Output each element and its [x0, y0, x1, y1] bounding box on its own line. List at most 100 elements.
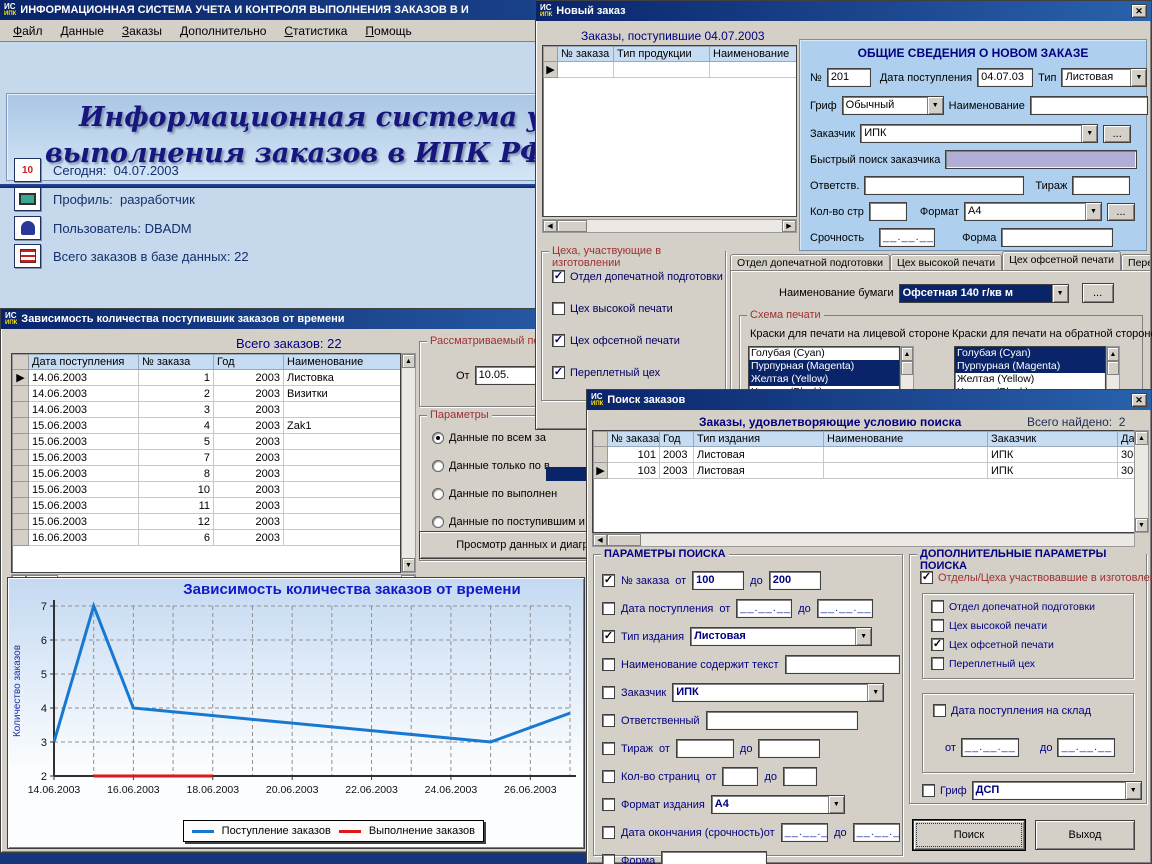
checkbox-filter-binding[interactable] [931, 657, 944, 670]
order-customer-combo[interactable]: ИПК▼ [860, 124, 1098, 143]
order-type-combo[interactable]: Листовая▼ [1061, 68, 1147, 87]
tab-offset[interactable]: Цех офсетной печати [1002, 251, 1121, 271]
checkbox-offset[interactable] [552, 334, 565, 347]
checkbox-receipt-date[interactable] [602, 602, 615, 615]
form-search-field[interactable] [661, 851, 767, 864]
stock-to-field[interactable]: __.__.__ [1057, 738, 1115, 757]
checkbox-prepress[interactable] [552, 270, 565, 283]
checkbox-filter-letterpress[interactable] [931, 619, 944, 632]
table-row[interactable]: ▶ [544, 62, 798, 78]
grif-combo[interactable]: ДСП▼ [972, 781, 1142, 800]
list-item[interactable]: Пурпурная (Magenta) [955, 360, 1105, 373]
list-item[interactable]: Желтая (Yellow) [749, 373, 899, 386]
table-row[interactable]: 1012003ЛистоваяИПК30.0 [594, 447, 1136, 463]
order-name-field[interactable] [1030, 96, 1148, 115]
checkbox-edition-type[interactable] [602, 630, 615, 643]
back-inks-scroll[interactable]: ▲ [1106, 346, 1120, 394]
table-row[interactable]: ▶14.06.200312003Листовка [13, 370, 402, 386]
pages-from-field[interactable] [722, 767, 758, 786]
checkbox-filter-offset[interactable] [931, 638, 944, 651]
responsible-field[interactable] [864, 176, 1024, 195]
checkbox-grif[interactable] [922, 784, 935, 797]
date-to-field[interactable]: __.__.__ [817, 599, 873, 618]
table-row[interactable]: 15.06.200372003 [13, 450, 402, 466]
front-inks-scroll[interactable]: ▲ [900, 346, 914, 394]
radio-all-orders[interactable] [432, 432, 444, 444]
quick-customer-search-field[interactable] [945, 150, 1137, 169]
search-table-vscroll[interactable]: ▲ ▼ [1134, 430, 1149, 533]
menu-file[interactable]: Файл [4, 22, 52, 40]
list-item[interactable]: Пурпурная (Magenta) [749, 360, 899, 373]
checkbox-binding[interactable] [552, 366, 565, 379]
list-item[interactable]: Голубая (Cyan) [749, 347, 899, 360]
orders-table-vscroll[interactable]: ▲ ▼ [401, 353, 416, 573]
paper-combo[interactable]: Офсетная 140 г/кв м▼ [899, 284, 1069, 303]
table-row[interactable]: 15.06.200382003 [13, 466, 402, 482]
tab-binding[interactable]: Переплетный цех [1121, 254, 1150, 271]
menu-extra[interactable]: Дополнительно [171, 22, 275, 40]
urgency-field[interactable]: __.__.__ [879, 228, 935, 247]
radio-only-completed[interactable] [432, 460, 444, 472]
checkbox-order-number[interactable] [602, 574, 615, 587]
pages-field[interactable] [869, 202, 907, 221]
date-from-field[interactable]: __.__.__ [736, 599, 792, 618]
format-browse-button[interactable]: ... [1107, 203, 1135, 221]
order-grif-combo[interactable]: Обычный▼ [842, 96, 944, 115]
close-icon[interactable]: ✕ [1131, 4, 1147, 18]
search-titlebar[interactable]: ИСИПК Поиск заказов ✕ [587, 390, 1151, 410]
search-button[interactable]: Поиск [913, 820, 1025, 850]
table-row[interactable]: 15.06.200342003Zak1 [13, 418, 402, 434]
incoming-table-hscroll[interactable]: ◀ ▶ [542, 219, 797, 233]
table-row[interactable]: 14.06.200332003 [13, 402, 402, 418]
new-order-titlebar[interactable]: ИСИПК Новый заказ ✕ [536, 1, 1151, 21]
tirazh-field[interactable] [1072, 176, 1130, 195]
close-icon[interactable]: ✕ [1131, 393, 1147, 407]
checkbox-name-contains[interactable] [602, 658, 615, 671]
menu-data[interactable]: Данные [52, 22, 113, 40]
menu-orders[interactable]: Заказы [113, 22, 171, 40]
table-row[interactable]: 15.06.2003102003 [13, 482, 402, 498]
table-row[interactable]: 16.06.200362003 [13, 530, 402, 546]
tab-letterpress[interactable]: Цех высокой печати [890, 254, 1002, 271]
exit-button[interactable]: Выход [1035, 820, 1135, 850]
checkbox-responsible[interactable] [602, 714, 615, 727]
num-from-field[interactable]: 100 [692, 571, 744, 590]
tirazh-to-field[interactable] [758, 739, 820, 758]
checkbox-format[interactable] [602, 798, 615, 811]
tab-prepress[interactable]: Отдел допечатной подготовки [730, 254, 890, 271]
tirazh-from-field[interactable] [676, 739, 734, 758]
table-row[interactable]: 15.06.2003112003 [13, 498, 402, 514]
paper-browse-button[interactable]: ... [1082, 283, 1114, 303]
form-field[interactable] [1001, 228, 1113, 247]
list-item[interactable]: Желтая (Yellow) [955, 373, 1105, 386]
menu-statistics[interactable]: Статистика [275, 22, 356, 40]
table-row[interactable]: ▶1032003ЛистоваяИПК30.0 [594, 463, 1136, 479]
list-item[interactable]: Голубая (Cyan) [955, 347, 1105, 360]
checkbox-form[interactable] [602, 854, 615, 864]
customer-browse-button[interactable]: ... [1103, 125, 1131, 143]
table-row[interactable]: 14.06.200322003Визитки [13, 386, 402, 402]
table-row[interactable]: 15.06.2003122003 [13, 514, 402, 530]
stock-from-field[interactable]: __.__.__ [961, 738, 1019, 757]
checkbox-deadline[interactable] [602, 826, 615, 839]
edition-type-combo[interactable]: Листовая▼ [690, 627, 872, 646]
name-contains-field[interactable] [785, 655, 900, 674]
format-search-combo[interactable]: A4▼ [711, 795, 845, 814]
checkbox-shops-filter[interactable] [920, 571, 933, 584]
format-combo[interactable]: A4▼ [964, 202, 1102, 221]
checkbox-pages[interactable] [602, 770, 615, 783]
table-row[interactable]: 15.06.200352003 [13, 434, 402, 450]
deadline-to-field[interactable]: __.__.__ [853, 823, 900, 842]
deadline-from-field[interactable]: __.__.__ [781, 823, 828, 842]
checkbox-customer[interactable] [602, 686, 615, 699]
checkbox-stock-date[interactable] [933, 704, 946, 717]
responsible-search-field[interactable] [706, 711, 858, 730]
search-table-hscroll[interactable]: ◀ [592, 533, 1135, 547]
pages-to-field[interactable] [783, 767, 817, 786]
checkbox-tirazh[interactable] [602, 742, 615, 755]
checkbox-filter-prepress[interactable] [931, 600, 944, 613]
radio-received-completed[interactable] [432, 516, 444, 528]
checkbox-letterpress[interactable] [552, 302, 565, 315]
num-to-field[interactable]: 200 [769, 571, 821, 590]
customer-combo[interactable]: ИПК▼ [672, 683, 884, 702]
